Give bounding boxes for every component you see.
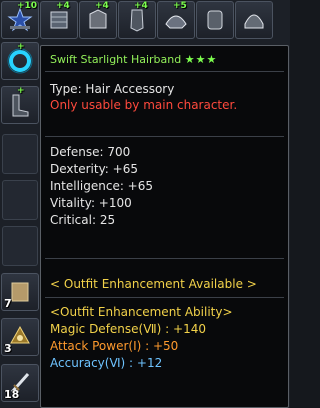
item-name: Swift Starlight Hairband	[50, 53, 182, 66]
stat-defense: Defense: 700	[50, 145, 131, 159]
inventory-panel: +10 +4 +4 +4 +5 + + 7 3 18 Swift Starlig…	[0, 0, 290, 408]
starlight-slot-7[interactable]	[235, 1, 273, 39]
ring-slot[interactable]: +	[1, 42, 39, 80]
item-tooltip: Swift Starlight Hairband ★★★ Type: Hair …	[40, 45, 289, 408]
empty-slot-1[interactable]	[2, 134, 38, 174]
bracer-icon	[207, 10, 223, 30]
stat-intelligence: Intelligence: +65	[50, 179, 154, 193]
outfit-ability-header: <Outfit Enhancement Ability>	[50, 305, 233, 319]
starlight-slot-2[interactable]: +4	[40, 1, 78, 39]
starlight-slot-6[interactable]	[196, 1, 234, 39]
divider	[45, 297, 284, 298]
divider	[45, 136, 284, 137]
empty-slot-3[interactable]	[2, 226, 38, 266]
item-quantity: 7	[4, 297, 12, 310]
divider	[45, 258, 284, 259]
item-title: Swift Starlight Hairband ★★★	[50, 53, 217, 66]
enhance-plus-label: +4	[56, 1, 70, 11]
boots-slot[interactable]: +	[1, 86, 39, 124]
outfit-ability-accuracy: Accuracy(Ⅵ) : +12	[50, 356, 163, 370]
enhance-plus-label: +10	[17, 1, 38, 11]
outfit-ability-attack-power: Attack Power(Ⅰ) : +50	[50, 339, 179, 353]
divider	[45, 71, 284, 72]
helmet-slot[interactable]: 3	[1, 318, 39, 356]
enhance-plus-label: +	[17, 42, 25, 52]
starlight-slot-3[interactable]: +4	[79, 1, 117, 39]
stat-critical: Critical: 25	[50, 213, 116, 227]
starlight-slot-1[interactable]: +10	[1, 1, 39, 39]
stat-vitality: Vitality: +100	[50, 196, 132, 210]
helm-icon	[244, 14, 264, 29]
enhance-plus-label: +4	[95, 1, 109, 11]
item-quantity: 3	[4, 342, 12, 355]
starlight-slot-5[interactable]: +5	[157, 1, 195, 39]
starlight-slot-4[interactable]: +4	[118, 1, 156, 39]
top-equipment-row: +10 +4 +4 +4 +5	[0, 0, 290, 40]
usage-restriction: Only usable by main character.	[50, 98, 238, 112]
item-quantity: 18	[4, 388, 20, 401]
stat-dexterity: Dexterity: +65	[50, 162, 138, 176]
enhance-plus-label: +	[17, 86, 25, 96]
enhance-plus-label: +5	[173, 1, 187, 11]
item-star-rating: ★★★	[184, 53, 218, 66]
enhance-plus-label: +4	[134, 1, 148, 11]
outfit-available-notice: < Outfit Enhancement Available >	[50, 277, 257, 291]
empty-slot-2[interactable]	[2, 180, 38, 220]
scroll-slot[interactable]: 7	[1, 273, 39, 311]
left-slot-column: + + 7 3 18	[0, 40, 40, 408]
sword-slot[interactable]: 18	[1, 364, 39, 402]
item-type: Type: Hair Accessory	[50, 82, 175, 96]
outfit-ability-magic-defense: Magic Defense(Ⅶ) : +140	[50, 322, 206, 336]
